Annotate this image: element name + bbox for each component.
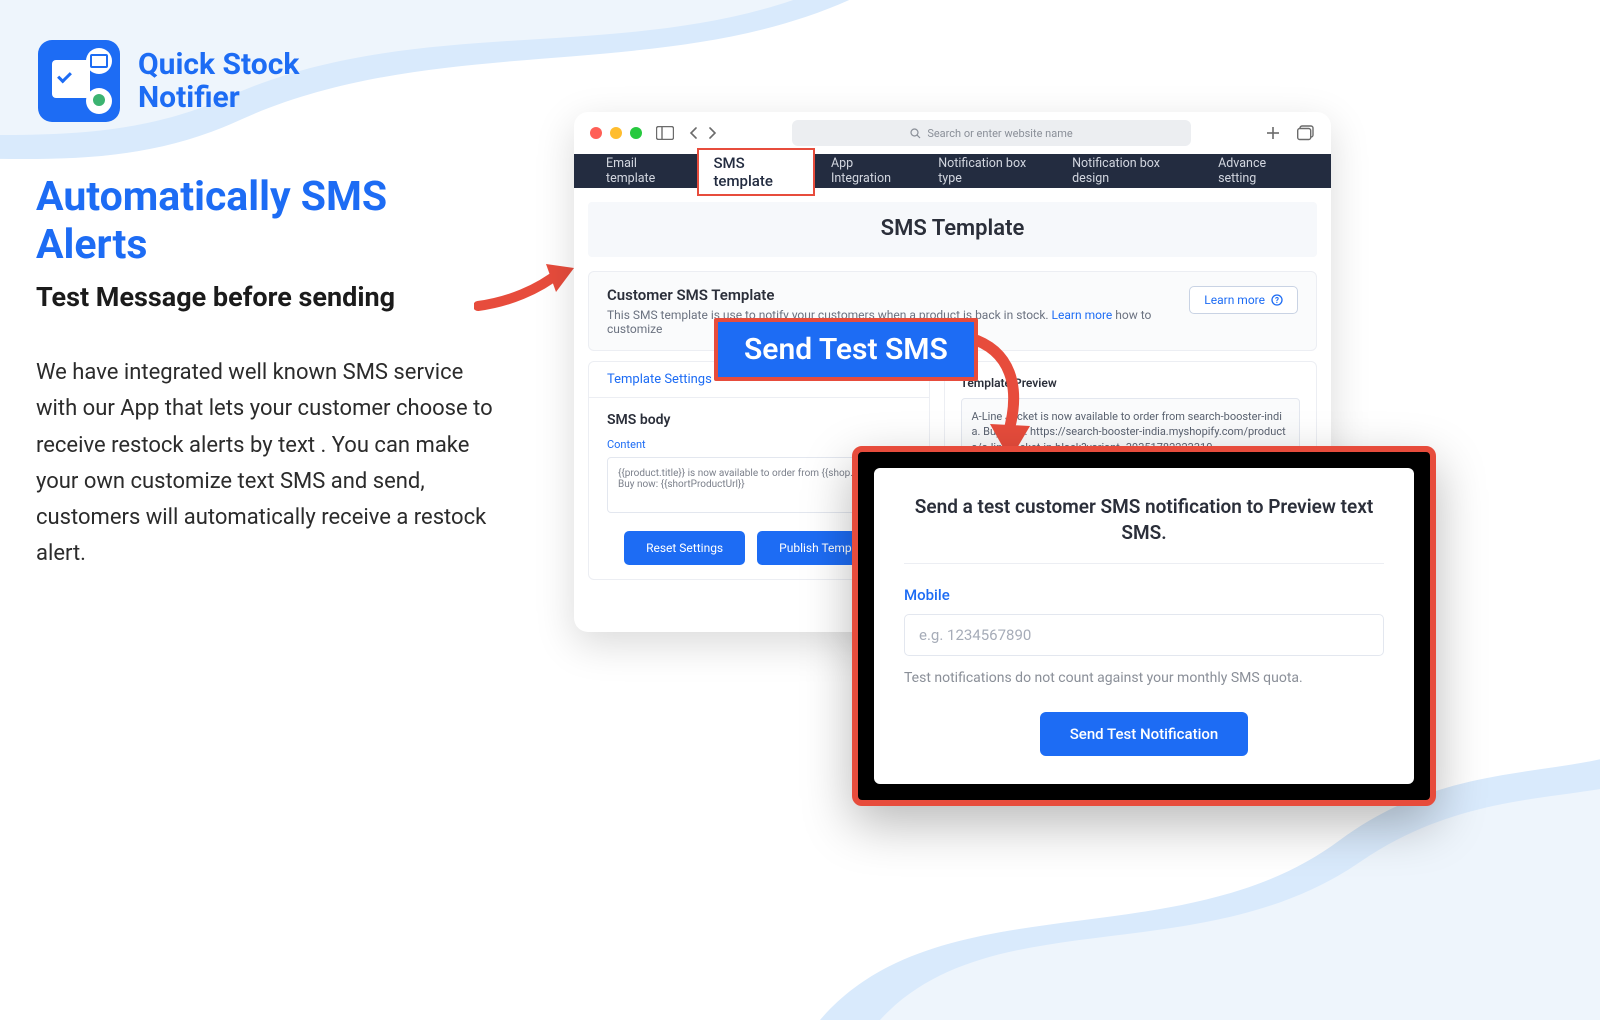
learn-more-link[interactable]: Learn more	[1052, 308, 1113, 322]
maximize-icon[interactable]	[630, 127, 642, 139]
brand-block: Quick Stock Notifier	[38, 40, 299, 122]
send-test-modal: Send a test customer SMS notification to…	[852, 446, 1436, 806]
traffic-lights	[590, 127, 642, 139]
tab-notification-box-design[interactable]: Notification box design	[1058, 154, 1202, 188]
tab-sms-template[interactable]: SMS template	[697, 148, 815, 196]
new-tab-icon[interactable]	[1265, 125, 1281, 141]
reset-settings-button[interactable]: Reset Settings	[624, 531, 745, 565]
close-icon[interactable]	[590, 127, 602, 139]
tabs-overview-icon[interactable]	[1297, 125, 1315, 141]
mobile-input[interactable]	[904, 614, 1384, 656]
svg-text:?: ?	[1275, 296, 1279, 305]
page-title: SMS Template	[588, 212, 1317, 241]
back-icon[interactable]	[688, 126, 700, 140]
tab-advance-setting[interactable]: Advance setting	[1204, 154, 1313, 188]
marketing-body: We have integrated well known SMS servic…	[36, 355, 506, 573]
sms-body-title: SMS body	[607, 412, 911, 428]
marketing-subhead: Test Message before sending	[36, 281, 506, 313]
mobile-label: Mobile	[904, 586, 1384, 604]
brand-name: Quick Stock Notifier	[138, 48, 299, 114]
tab-app-integration[interactable]: App Integration	[817, 154, 922, 188]
brand-icon	[38, 40, 120, 122]
marketing-headline: Automatically SMS Alerts	[36, 173, 506, 269]
minimize-icon[interactable]	[610, 127, 622, 139]
sidebar-toggle-icon[interactable]	[656, 126, 674, 140]
modal-title: Send a test customer SMS notification to…	[904, 494, 1384, 564]
info-icon: ?	[1271, 294, 1283, 306]
tab-email-template[interactable]: Email template	[592, 154, 695, 188]
arrow-icon	[474, 254, 584, 314]
panel-header: SMS Template	[588, 202, 1317, 257]
address-placeholder: Search or enter website name	[927, 127, 1072, 140]
app-tab-bar: Email template SMS template App Integrat…	[574, 154, 1331, 188]
learn-more-button[interactable]: Learn more ?	[1189, 286, 1298, 314]
address-bar[interactable]: Search or enter website name	[792, 120, 1191, 146]
send-test-sms-callout: Send Test SMS	[714, 318, 978, 381]
tab-notification-box-type[interactable]: Notification box type	[924, 154, 1056, 188]
marketing-copy: Automatically SMS Alerts Test Message be…	[36, 173, 506, 573]
modal-help-text: Test notifications do not count against …	[904, 670, 1384, 686]
forward-icon[interactable]	[706, 126, 718, 140]
send-test-notification-button[interactable]: Send Test Notification	[1040, 712, 1249, 756]
search-icon	[910, 128, 921, 139]
browser-chrome: Search or enter website name	[574, 112, 1331, 154]
card-title: Customer SMS Template	[607, 286, 1189, 304]
